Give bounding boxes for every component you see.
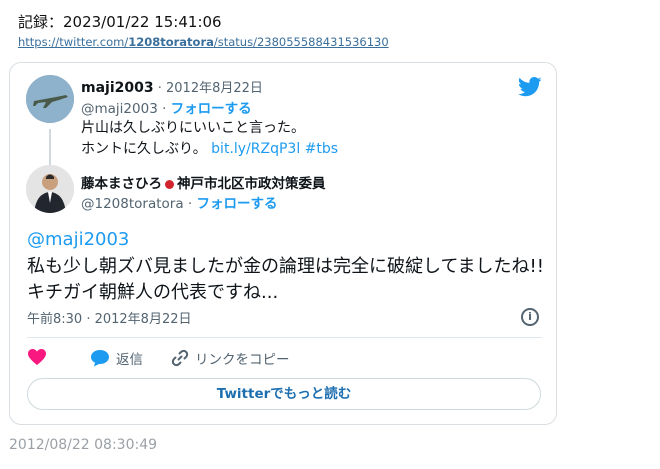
author-name-b: 神戸市北区市政対策委員 <box>177 176 326 192</box>
author-handle-row: @1208toratora · フォローする <box>81 192 277 212</box>
japan-flag-icon <box>165 179 174 189</box>
reply-label: 返信 <box>116 352 143 368</box>
author-name-a: 藤本まさひろ <box>81 176 162 192</box>
link-icon <box>171 349 189 367</box>
reply-bubble-icon <box>91 350 109 367</box>
info-icon[interactable]: i <box>521 308 539 326</box>
divider <box>27 337 542 338</box>
quoted-follow-button[interactable]: フォローする <box>171 101 252 117</box>
quoted-text-line2: ホントに久しぶり。 bit.ly/RZqP3l #tbs <box>81 138 338 158</box>
archive-timestamp: 2012/08/22 08:30:49 <box>9 437 158 453</box>
quoted-name[interactable]: maji2003 <box>81 80 154 96</box>
author-avatar[interactable] <box>26 165 74 213</box>
url-user: 1208toratora <box>128 35 214 49</box>
quoted-handle-row: @maji2003 · フォローする <box>81 97 252 117</box>
quoted-text-line1: 片山は久しぶりにいいこと言った。 <box>81 120 305 136</box>
quoted-link[interactable]: bit.ly/RZqP3l #tbs <box>211 141 338 157</box>
tweet-timestamp[interactable]: 午前8:30 · 2012年8月22日 <box>27 308 192 327</box>
author-follow-button[interactable]: フォローする <box>196 196 277 212</box>
quoted-date[interactable]: · 2012年8月22日 <box>154 81 263 96</box>
tweet-card: maji2003 · 2012年8月22日 @maji2003 · フォローする… <box>9 62 557 425</box>
jet-image <box>26 75 74 123</box>
quoted-handle[interactable]: @maji2003 · <box>81 101 171 117</box>
record-timestamp: 記録：2023/01/22 15:41:06 <box>18 13 222 31</box>
copy-link-button[interactable]: リンクをコピー <box>171 348 290 368</box>
url-prefix: https://twitter.com/ <box>18 35 129 49</box>
tweet-mention[interactable]: @maji2003 <box>27 229 129 250</box>
reply-button[interactable]: 返信 <box>90 348 143 368</box>
person-image <box>26 165 74 213</box>
author-name[interactable]: 藤本まさひろ 神戸市北区市政対策委員 <box>81 172 326 192</box>
quoted-header: maji2003 · 2012年8月22日 <box>81 77 263 96</box>
like-button[interactable] <box>27 348 47 366</box>
heart-icon <box>28 349 46 365</box>
author-handle[interactable]: @1208toratora · <box>81 196 196 212</box>
copy-link-label: リンクをコピー <box>195 352 290 368</box>
twitter-bird-icon[interactable] <box>518 77 542 97</box>
quoted-avatar[interactable] <box>26 75 74 123</box>
tweet-url-link[interactable]: https://twitter.com/1208toratora/status/… <box>18 35 389 49</box>
tweet-text: 私も少し朝ズバ見ましたが金の論理は完全に破綻してましたね!!キチガイ朝鮮人の代表… <box>27 256 544 303</box>
url-suffix: /status/238055588431536130 <box>213 35 389 49</box>
quoted-text-line2-text: ホントに久しぶり。 <box>81 141 212 157</box>
read-more-button[interactable]: Twitterでもっと読む <box>27 378 541 410</box>
